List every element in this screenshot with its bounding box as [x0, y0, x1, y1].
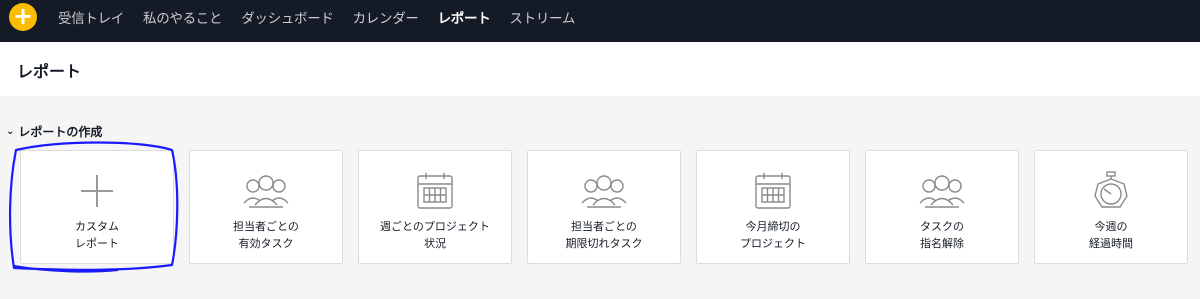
card-overdue-tasks-by-assignee[interactable]: 担当者ごとの 期限切れタスク: [527, 150, 681, 264]
card-label: タスクの 指名解除: [920, 220, 964, 250]
report-template-cards: カスタム レポート 担当者ごとの 有効タスク 週ごとのプロジェクト 状況 担当者…: [20, 150, 1188, 264]
card-projects-due-this-month[interactable]: 今月締切の プロジェクト: [696, 150, 850, 264]
card-active-tasks-by-assignee[interactable]: 担当者ごとの 有効タスク: [189, 150, 343, 264]
main-nav: 受信トレイ 私のやること ダッシュボード カレンダー レポート ストリーム: [58, 0, 594, 34]
page-header: レポート: [0, 42, 1200, 96]
card-weekly-project-status[interactable]: 週ごとのプロジェクト 状況: [358, 150, 512, 264]
nav-my-tasks[interactable]: 私のやること: [143, 7, 223, 27]
people-icon: [866, 169, 1018, 213]
page-title: レポート: [17, 62, 82, 81]
card-label: 週ごとのプロジェクト 状況: [380, 220, 490, 250]
calendar-icon: [359, 169, 511, 213]
people-icon: [190, 169, 342, 213]
card-time-elapsed-this-week[interactable]: 今週の 経過時間: [1034, 150, 1188, 264]
card-label: 担当者ごとの 有効タスク: [233, 220, 299, 250]
calendar-icon: [697, 169, 849, 213]
card-label: カスタム レポート: [75, 220, 119, 250]
nav-calendar[interactable]: カレンダー: [353, 7, 419, 27]
top-navigation-bar: + 受信トレイ 私のやること ダッシュボード カレンダー レポート ストリーム: [0, 0, 1200, 42]
chevron-down-icon: ⌄: [6, 126, 15, 137]
card-label: 担当者ごとの 期限切れタスク: [565, 220, 643, 250]
nav-stream[interactable]: ストリーム: [509, 7, 575, 27]
people-icon: [528, 169, 680, 213]
nav-dashboard[interactable]: ダッシュボード: [241, 7, 334, 27]
card-label: 今月締切の プロジェクト: [740, 220, 806, 250]
card-label: 今週の 経過時間: [1089, 220, 1133, 250]
stopwatch-icon: [1035, 169, 1187, 213]
plus-icon: [21, 169, 173, 213]
section-title: レポートの作成: [18, 125, 103, 139]
nav-inbox[interactable]: 受信トレイ: [58, 7, 124, 27]
nav-reports[interactable]: レポート: [438, 7, 491, 27]
card-custom-report[interactable]: カスタム レポート: [20, 150, 174, 264]
quick-add-button[interactable]: +: [9, 3, 37, 31]
create-report-section-toggle[interactable]: ⌄ レポートの作成: [6, 123, 102, 140]
card-unassigned-tasks[interactable]: タスクの 指名解除: [865, 150, 1019, 264]
